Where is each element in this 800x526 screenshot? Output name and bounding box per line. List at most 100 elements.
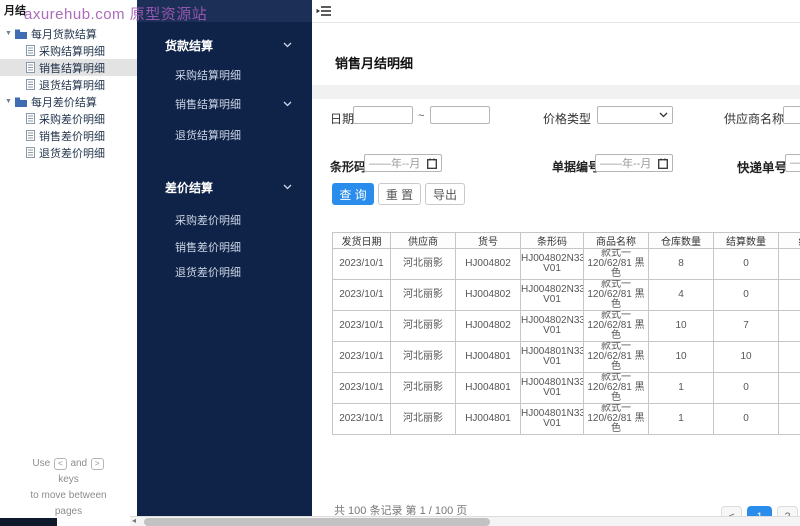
order-number-label: 单据编号 [552, 160, 601, 174]
nav-item-sales-price-diff[interactable]: 销售差价明细 [137, 240, 312, 254]
cell: 2023/10/1 [332, 310, 391, 342]
cell: HJ004801N333 V01 [520, 372, 584, 404]
table-row: 2023/10/1河北丽影HJ004802HJ004802N333 V01款式一… [332, 279, 800, 311]
date-from-input[interactable] [353, 106, 413, 124]
col-item-no: 货号 [455, 232, 521, 249]
file-icon [26, 79, 35, 90]
file-icon [26, 147, 35, 158]
nav-item-label: 采购差价明细 [175, 215, 241, 227]
file-icon [26, 62, 35, 73]
nav-section-price-diff-settlement[interactable]: 差价结算 [137, 180, 312, 195]
cell: HJ004801N333 V01 [520, 403, 584, 435]
col-supplier: 供应商 [390, 232, 456, 249]
col-product-name: 商品名称 [583, 232, 649, 249]
main-content: 销售月结明细 日期 ~ 价格类型 供应商名称 条形码 ——年--月 单据编号 —… [312, 0, 800, 526]
tree-folder-monthly-price-diff[interactable]: ▼ 每月差价结算 [0, 93, 137, 110]
cell: 河北丽影 [390, 341, 456, 373]
bottom-left-dark-bar [0, 518, 57, 526]
cell: 款式一 120/62/81 黑色 [583, 248, 649, 280]
content-topbar [312, 0, 800, 23]
section-divider-strip [312, 85, 800, 99]
cell: 款式一 120/62/81 黑色 [583, 279, 649, 311]
cell [778, 372, 800, 404]
calendar-icon [658, 158, 668, 169]
cell: 10 [713, 341, 779, 373]
tree-item-label: 采购结算明细 [39, 45, 105, 58]
cell: 河北丽影 [390, 372, 456, 404]
cell: HJ004802 [455, 248, 521, 280]
collapse-sidebar-icon[interactable] [316, 5, 332, 17]
price-type-select[interactable] [597, 106, 673, 124]
cell [778, 341, 800, 373]
tree-item-purchase-settlement[interactable]: 采购结算明细 [0, 42, 137, 59]
month-placeholder: ——年--月 [369, 158, 421, 170]
tree-item-label: 销售差价明细 [39, 130, 105, 143]
cell: HJ004802 [455, 279, 521, 311]
cell: 款式一 120/62/81 黑色 [583, 341, 649, 373]
calendar-icon [427, 158, 437, 169]
cell: HJ004802N333 V01 [520, 248, 584, 280]
query-button[interactable]: 查 询 [332, 183, 374, 205]
nav-item-return-price-diff[interactable]: 退货差价明细 [137, 265, 312, 279]
cell: 4 [648, 279, 714, 311]
cell: 2023/10/1 [332, 279, 391, 311]
tree-item-purchase-price-diff[interactable]: 采购差价明细 [0, 110, 137, 127]
horizontal-scrollbar-thumb[interactable] [144, 518, 490, 526]
nav-item-label: 采购结算明细 [175, 70, 241, 82]
tree-item-sales-price-diff[interactable]: 销售差价明细 [0, 127, 137, 144]
chevron-down-icon [283, 184, 292, 190]
horizontal-scrollbar[interactable]: ◂ [130, 516, 800, 526]
nav-item-purchase-price-diff[interactable]: 采购差价明细 [137, 213, 312, 227]
file-icon [26, 45, 35, 56]
cell: HJ004801 [455, 372, 521, 404]
cell: 10 [648, 310, 714, 342]
table-row: 2023/10/1河北丽影HJ004801HJ004801N333 V01款式一… [332, 372, 800, 404]
tree-item-return-price-diff[interactable]: 退货差价明细 [0, 144, 137, 161]
sitemap-panel: 月结 ▼ 每月货款结算 采购结算明细 销售结算明细 退货结算明细 ▼ 每月差价结… [0, 0, 137, 526]
order-number-month-input[interactable]: ——年--月 [595, 154, 673, 172]
nav-section-label: 差价结算 [165, 180, 214, 195]
page-title: 销售月结明细 [335, 56, 414, 71]
nav-item-purchase-settlement[interactable]: 采购结算明细 [137, 68, 312, 82]
nav-section-label: 货款结算 [165, 38, 214, 53]
nav-item-sales-settlement[interactable]: 销售结算明细 [137, 97, 312, 111]
nav-item-label: 销售结算明细 [175, 99, 241, 111]
cell: HJ004802N333 V01 [520, 279, 584, 311]
cell: 0 [713, 248, 779, 280]
nav-item-label: 退货差价明细 [175, 267, 241, 279]
cell: HJ004801 [455, 341, 521, 373]
cell: 10 [648, 341, 714, 373]
tree-expander-icon[interactable]: ▼ [5, 30, 12, 37]
tree-item-label: 销售结算明细 [39, 62, 105, 75]
cell: 款式一 120/62/81 黑色 [583, 310, 649, 342]
hint-text: keys [58, 474, 79, 485]
tree-item-return-settlement[interactable]: 退货结算明细 [0, 76, 137, 93]
express-number-input[interactable]: — [785, 154, 800, 172]
cell: 河北丽影 [390, 403, 456, 435]
cell: 2023/10/1 [332, 403, 391, 435]
sidebar-header-bar [137, 0, 312, 22]
col-settle-extra: 结算 [778, 232, 800, 249]
barcode-month-input[interactable]: ——年--月 [364, 154, 442, 172]
chevron-down-icon [283, 42, 292, 48]
supplier-name-input[interactable] [783, 106, 800, 124]
nav-section-payment-settlement[interactable]: 货款结算 [137, 38, 312, 53]
cell: 河北丽影 [390, 310, 456, 342]
app-window: axurehub.com 原型资源站 月结 ▼ 每月货款结算 采购结算明细 销售… [0, 0, 800, 526]
chevron-down-icon [283, 101, 292, 107]
folder-icon [14, 97, 27, 107]
tree-item-sales-settlement[interactable]: 销售结算明细 [0, 59, 137, 76]
tree-folder-monthly-payment[interactable]: ▼ 每月货款结算 [0, 25, 137, 42]
scroll-left-arrow-icon[interactable]: ◂ [132, 516, 136, 525]
date-to-input[interactable] [430, 106, 490, 124]
cell: 1 [648, 372, 714, 404]
price-type-label: 价格类型 [543, 112, 592, 126]
tree-expander-icon[interactable]: ▼ [5, 98, 12, 105]
reset-button[interactable]: 重 置 [378, 183, 421, 205]
cell: 2023/10/1 [332, 248, 391, 280]
cell: 河北丽影 [390, 248, 456, 280]
nav-item-label: 退货结算明细 [175, 130, 241, 142]
barcode-label: 条形码 [330, 160, 367, 174]
nav-item-return-settlement[interactable]: 退货结算明细 [137, 128, 312, 142]
export-button[interactable]: 导出 [425, 183, 465, 205]
